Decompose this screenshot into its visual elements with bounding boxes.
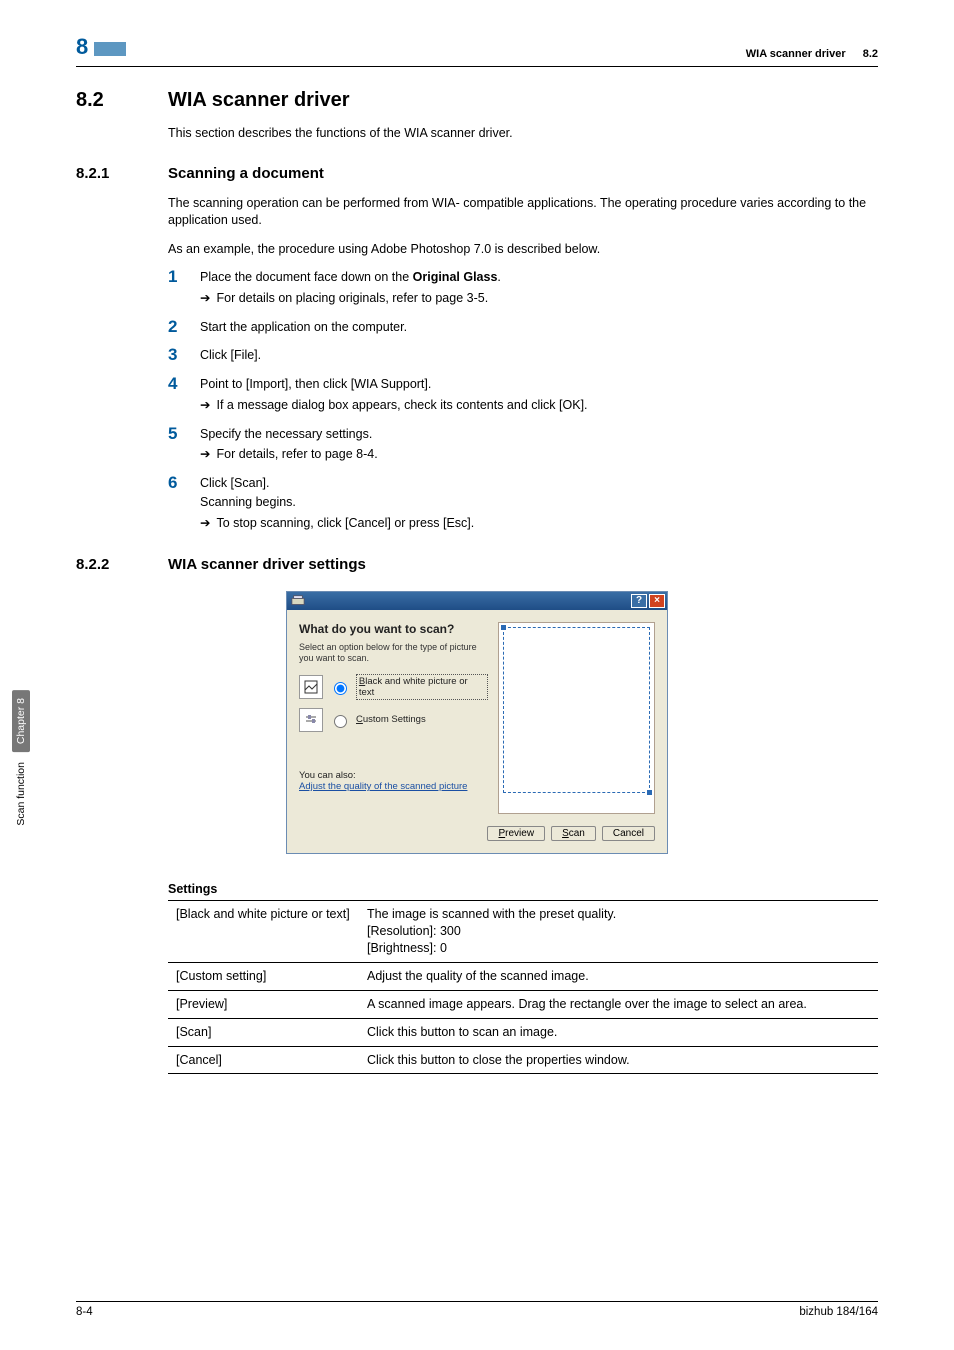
step-1: 1 Place the document face down on the Or… — [168, 268, 878, 308]
preview-area[interactable] — [498, 622, 655, 814]
section-label: Scan function — [15, 762, 27, 826]
running-header: 8 WIA scanner driver 8.2 — [76, 34, 878, 67]
option-custom-label: Custom Settings — [356, 714, 426, 725]
table-row: [Black and white picture or text]The ima… — [168, 901, 878, 963]
side-tab: Chapter 8 Scan function — [12, 690, 30, 826]
table-row: [Scan]Click this button to scan an image… — [168, 1018, 878, 1046]
option-custom[interactable]: Custom Settings — [299, 708, 488, 732]
intro-text: This section describes the functions of … — [168, 125, 878, 142]
step-6: 6 Click [Scan]. Scanning begins. To stop… — [168, 474, 878, 532]
heading-8-2-1: 8.2.1 Scanning a document — [76, 165, 878, 182]
custom-settings-icon — [299, 708, 323, 732]
step-text: Point to [Import], then click [WIA Suppo… — [200, 375, 878, 394]
dialog-question: What do you want to scan? — [299, 622, 488, 636]
running-section: 8.2 — [863, 48, 878, 60]
page-number: 8-4 — [76, 1306, 93, 1318]
product-name: bizhub 184/164 — [799, 1306, 878, 1318]
step-sub: To stop scanning, click [Cancel] or pres… — [200, 514, 878, 533]
step-5: 5 Specify the necessary settings. For de… — [168, 425, 878, 465]
dialog-titlebar: ? × — [287, 592, 667, 610]
radio-custom[interactable] — [334, 715, 347, 728]
settings-block: Settings [Black and white picture or tex… — [168, 882, 878, 1074]
table-row: [Cancel]Click this button to close the p… — [168, 1046, 878, 1074]
page-footer: 8-4 bizhub 184/164 — [76, 1301, 878, 1318]
dialog-subtext: Select an option below for the type of p… — [299, 642, 488, 664]
chapter-number: 8 — [76, 34, 88, 60]
heading-8-2-2: 8.2.2 WIA scanner driver settings — [76, 556, 878, 573]
heading-8-2: 8.2 WIA scanner driver — [76, 89, 878, 112]
scanner-icon — [291, 594, 305, 608]
you-can-also: You can also: — [299, 770, 488, 781]
running-title: WIA scanner driver — [746, 48, 846, 60]
chapter-tab-decor — [94, 42, 126, 56]
step-2: 2 Start the application on the computer. — [168, 318, 878, 337]
wia-dialog-figure: ? × What do you want to scan? Select an … — [76, 591, 878, 854]
scan-button[interactable]: Scan — [551, 826, 596, 841]
step-sub: For details on placing originals, refer … — [200, 289, 878, 308]
settings-title: Settings — [168, 882, 878, 896]
table-row: [Preview]A scanned image appears. Drag t… — [168, 990, 878, 1018]
p-821-a: The scanning operation can be performed … — [168, 195, 878, 229]
bw-picture-icon — [299, 675, 323, 699]
step-extra: Scanning begins. — [200, 493, 878, 512]
cancel-button[interactable]: Cancel — [602, 826, 655, 841]
radio-bw[interactable] — [334, 682, 347, 695]
step-sub: For details, refer to page 8-4. — [200, 445, 878, 464]
selection-rectangle[interactable] — [503, 627, 650, 793]
option-bw[interactable]: Black and white picture or text — [299, 674, 488, 700]
adjust-quality-link[interactable]: Adjust the quality of the scanned pictur… — [299, 781, 488, 792]
step-sub: If a message dialog box appears, check i… — [200, 396, 878, 415]
step-text: Place the document face down on the Orig… — [200, 268, 878, 287]
cell: The image is scanned with the preset qua… — [359, 901, 878, 963]
table-row: [Custom setting]Adjust the quality of th… — [168, 962, 878, 990]
wia-dialog: ? × What do you want to scan? Select an … — [286, 591, 668, 854]
close-button[interactable]: × — [649, 594, 665, 608]
chapter-badge: Chapter 8 — [12, 690, 30, 752]
step-text: Click [Scan]. — [200, 474, 878, 493]
help-button[interactable]: ? — [631, 594, 647, 608]
settings-table: [Black and white picture or text]The ima… — [168, 900, 878, 1074]
option-bw-label: Black and white picture or text — [356, 674, 488, 700]
step-text: Specify the necessary settings. — [200, 425, 878, 444]
step-3: 3 Click [File]. — [168, 346, 878, 365]
p-821-b: As an example, the procedure using Adobe… — [168, 241, 878, 258]
step-text: Start the application on the computer. — [200, 318, 878, 337]
step-text: Click [File]. — [200, 346, 878, 365]
preview-button[interactable]: Preview — [487, 826, 545, 841]
step-4: 4 Point to [Import], then click [WIA Sup… — [168, 375, 878, 415]
